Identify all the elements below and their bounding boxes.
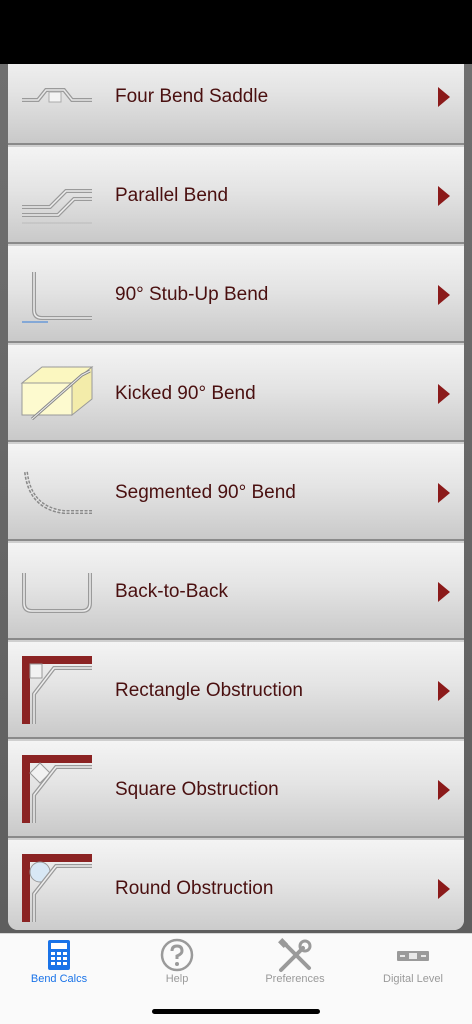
chevron-right-icon	[438, 681, 450, 701]
row-rectangle-obstruction[interactable]: Rectangle Obstruction	[8, 642, 464, 739]
chevron-right-icon	[438, 285, 450, 305]
row-label: Rectangle Obstruction	[115, 680, 303, 701]
row-kicked-bend[interactable]: Kicked 90° Bend	[8, 345, 464, 442]
question-mark-icon	[160, 938, 194, 972]
row-segmented-bend[interactable]: Segmented 90° Bend	[8, 444, 464, 541]
square-obstruction-icon	[22, 755, 92, 823]
home-indicator	[152, 1009, 320, 1014]
round-obstruction-icon	[22, 854, 92, 922]
tab-digital-level[interactable]: Digital Level	[354, 934, 472, 994]
row-four-bend-saddle[interactable]: Four Bend Saddle	[8, 64, 464, 145]
row-label: Back-to-Back	[115, 581, 228, 602]
chevron-right-icon	[438, 582, 450, 602]
chevron-right-icon	[438, 483, 450, 503]
back-to-back-icon	[22, 573, 92, 613]
parallel-bend-icon	[22, 189, 92, 224]
tab-label: Help	[165, 973, 189, 985]
row-label: Parallel Bend	[115, 185, 229, 206]
chevron-right-icon	[438, 780, 450, 800]
chevron-right-icon	[438, 87, 450, 107]
row-label: Kicked 90° Bend	[115, 383, 256, 404]
row-back-to-back[interactable]: Back-to-Back	[8, 543, 464, 640]
status-bar	[0, 0, 472, 64]
segmented-bend-icon	[24, 471, 92, 514]
row-label: 90° Stub-Up Bend	[115, 284, 269, 305]
tab-help[interactable]: Help	[118, 934, 236, 994]
row-label: Round Obstruction	[115, 878, 274, 899]
bend-list[interactable]: Four Bend Saddle Parallel Bend 90° Stub-…	[0, 64, 472, 933]
tab-preferences[interactable]: Preferences	[236, 934, 354, 994]
row-round-obstruction[interactable]: Round Obstruction	[8, 840, 464, 930]
row-label: Four Bend Saddle	[115, 86, 269, 107]
tools-icon	[278, 938, 312, 972]
chevron-right-icon	[438, 879, 450, 899]
chevron-right-icon	[438, 186, 450, 206]
bend-list-inner: Four Bend Saddle Parallel Bend 90° Stub-…	[8, 64, 464, 930]
row-parallel-bend[interactable]: Parallel Bend	[8, 147, 464, 244]
kicked-bend-icon	[20, 365, 94, 421]
calculator-icon	[48, 940, 70, 970]
tab-bend-calcs[interactable]: Bend Calcs	[0, 934, 118, 994]
row-square-obstruction[interactable]: Square Obstruction	[8, 741, 464, 838]
four-bend-saddle-icon	[22, 88, 92, 103]
rectangle-obstruction-icon	[22, 656, 92, 724]
chevron-right-icon	[438, 384, 450, 404]
row-stub-up-bend[interactable]: 90° Stub-Up Bend	[8, 246, 464, 343]
row-label: Segmented 90° Bend	[115, 482, 296, 503]
stub-up-bend-icon	[22, 272, 92, 323]
tab-label: Preferences	[265, 973, 325, 985]
tab-label: Digital Level	[383, 973, 443, 985]
level-icon	[397, 951, 429, 961]
row-label: Square Obstruction	[115, 779, 279, 800]
tab-label: Bend Calcs	[30, 973, 88, 985]
